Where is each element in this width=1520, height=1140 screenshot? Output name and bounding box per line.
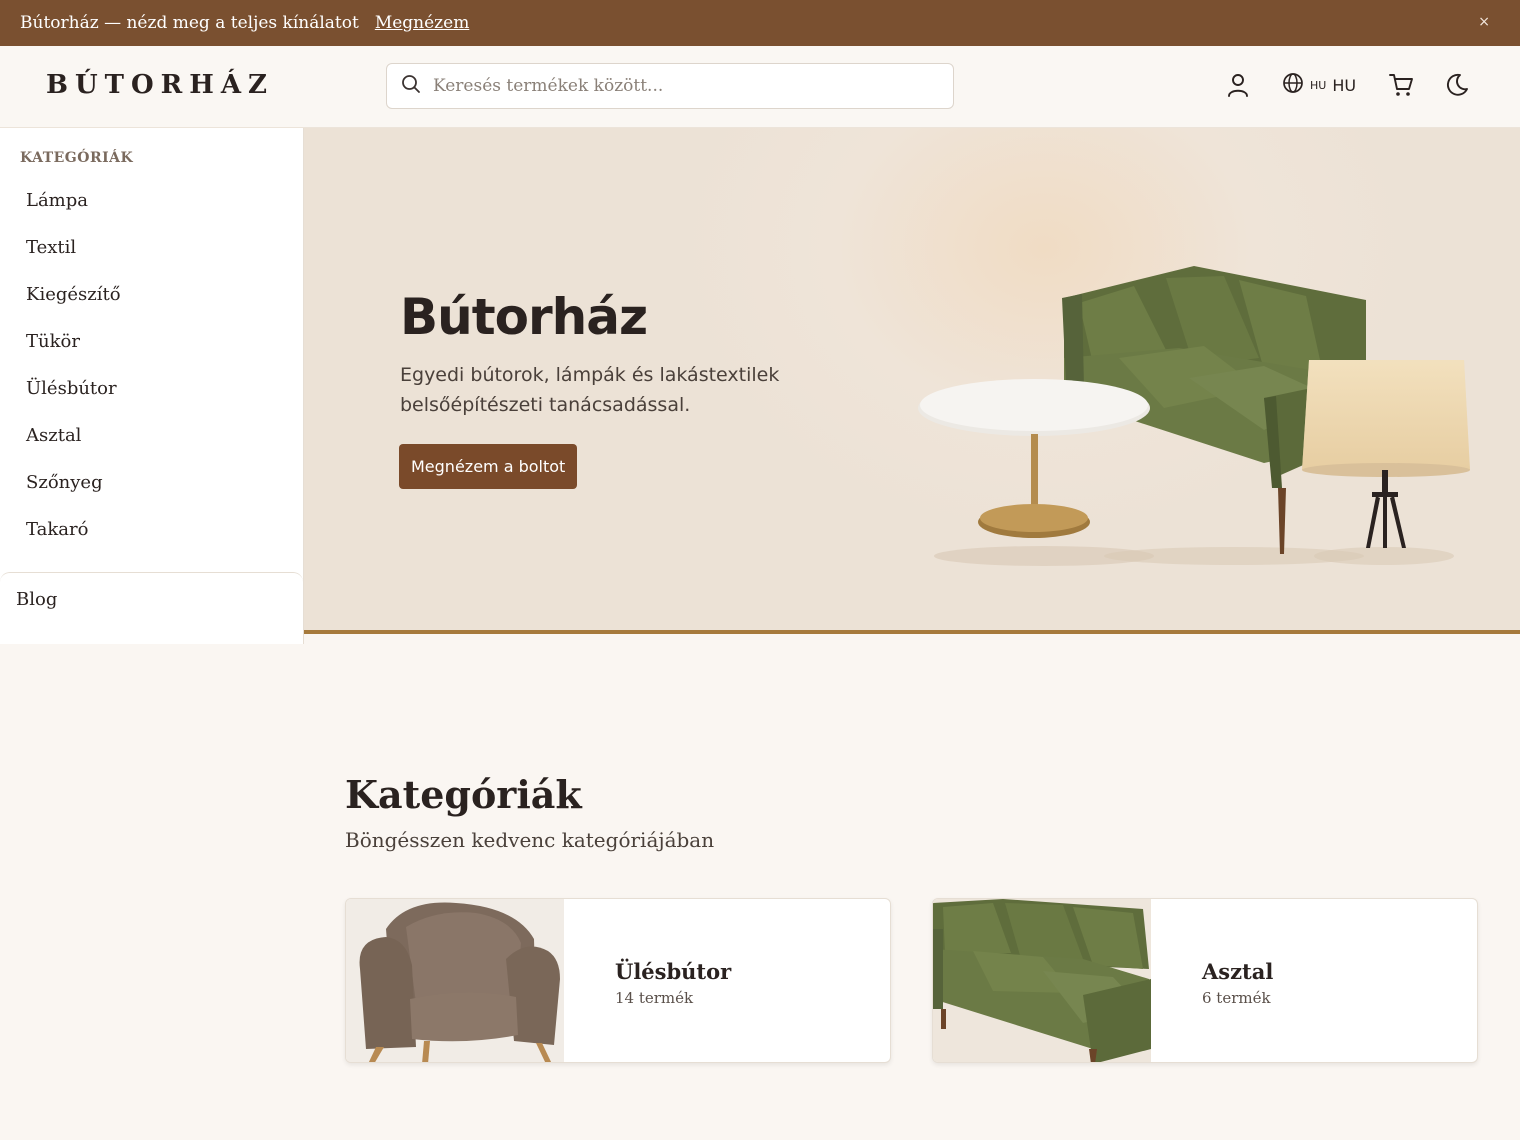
blog-section: Blog (0, 572, 303, 644)
moon-icon[interactable] (1444, 72, 1470, 102)
category-name: Ülésbútor (615, 959, 732, 984)
sidebar-item-textil[interactable]: Textil (26, 233, 121, 280)
category-card-ulesbutor[interactable]: Ülésbútor 14 termék (345, 898, 891, 1063)
announcement-message: Bútorház — nézd meg a teljes kínálatot (20, 13, 359, 33)
hero-furniture-image (918, 266, 1470, 566)
categories-title: Kategóriák (345, 772, 582, 817)
search-icon (401, 74, 421, 98)
sidebar-item-ulesbutor[interactable]: Ülésbútor (26, 374, 121, 421)
sidebar-item-szonyeg[interactable]: Szőnyeg (26, 468, 121, 515)
user-icon[interactable] (1226, 72, 1250, 102)
sidebar-item-takaro[interactable]: Takaró (26, 515, 121, 562)
category-count: 14 termék (615, 989, 694, 1007)
armchair-image (346, 899, 564, 1062)
search-input[interactable] (433, 76, 913, 96)
sofa-image (933, 899, 1151, 1062)
category-count: 6 termék (1202, 989, 1271, 1007)
language-selector[interactable]: HU HU (1282, 72, 1356, 98)
shop-button[interactable]: Megnézem a boltot (399, 444, 578, 489)
logo[interactable]: BÚTORHÁZ (46, 70, 274, 100)
sidebar-item-asztal[interactable]: Asztal (26, 421, 121, 468)
sidebar-item-tukor[interactable]: Tükör (26, 327, 121, 374)
cart-icon[interactable] (1388, 72, 1414, 102)
categories-subtitle: Böngésszen kedvenc kategóriájában (345, 828, 715, 852)
language-code-small: HU (1310, 78, 1327, 92)
site-header: BÚTORHÁZ HU HU (0, 46, 1520, 128)
category-name: Asztal (1202, 959, 1274, 984)
announcement-link[interactable]: Megnézem (375, 13, 470, 33)
sidebar-item-kiegeszito[interactable]: Kiegészítő (26, 280, 121, 327)
blog-link[interactable]: Blog (16, 589, 57, 610)
sidebar-heading: KATEGÓRIÁK (20, 150, 134, 166)
globe-icon (1282, 72, 1304, 98)
category-sidebar: KATEGÓRIÁK Lámpa Textil Kiegészítő Tükör… (0, 128, 304, 644)
hero-title: Bútorház (400, 288, 648, 346)
search-bar[interactable] (386, 63, 954, 109)
sidebar-item-lampa[interactable]: Lámpa (26, 186, 121, 233)
close-icon[interactable]: × (1478, 14, 1490, 30)
hero-subtitle: Egyedi bútorok, lámpák és lakástextilek … (400, 364, 780, 416)
announcement-bar: Bútorház — nézd meg a teljes kínálatot M… (0, 0, 1520, 46)
language-code: HU (1332, 75, 1357, 95)
category-card-asztal[interactable]: Asztal 6 termék (932, 898, 1478, 1063)
hero-banner: Bútorház Egyedi bútorok, lámpák és lakás… (304, 128, 1520, 634)
